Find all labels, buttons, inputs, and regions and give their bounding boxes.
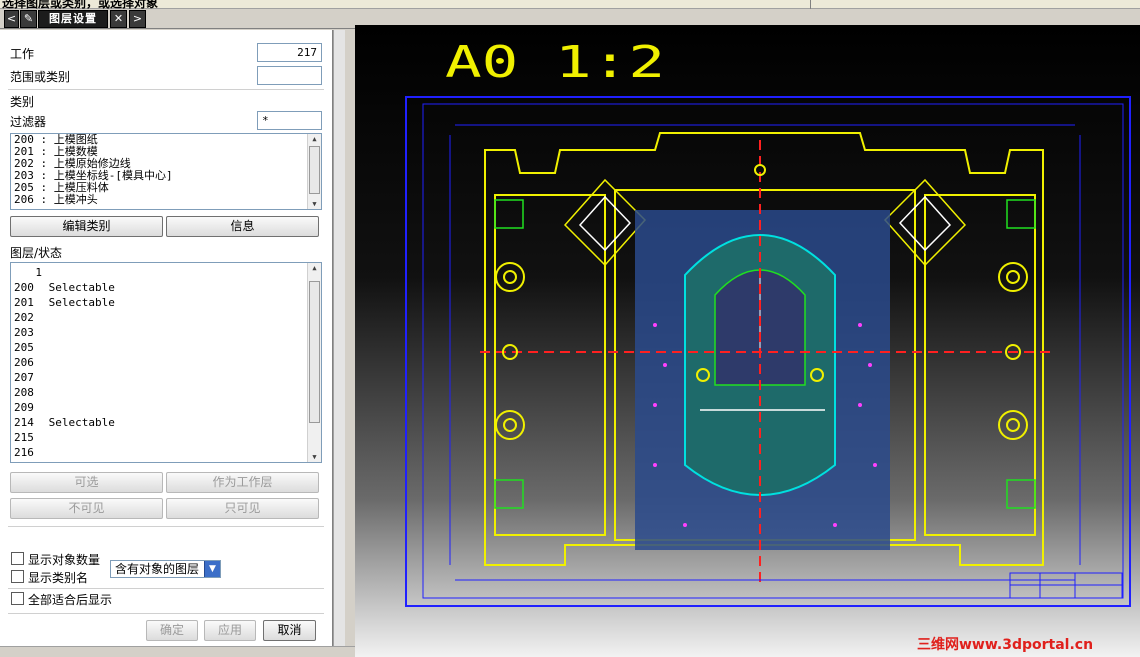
layer-settings-panel: 工作 217 范围或类别 类别 过滤器 * 200 : 上模图纸 201 : 上… <box>0 30 333 646</box>
category-section-label: 类别 <box>10 95 35 109</box>
fit-all-display-checkbox[interactable] <box>11 592 24 605</box>
scroll-thumb[interactable] <box>309 146 320 194</box>
divider <box>8 588 324 589</box>
show-object-count-label: 显示对象数量 <box>28 553 101 567</box>
table-row[interactable]: 209 <box>11 400 321 415</box>
layer-status-label: 图层/状态 <box>10 246 63 260</box>
filter-label: 过滤器 <box>10 115 47 129</box>
resource-tab-bar: < ✎ 图层设置 ✕ > <box>0 9 355 29</box>
tab-layer-settings[interactable]: 图层设置 <box>38 10 108 28</box>
show-object-count-checkbox[interactable] <box>11 552 24 565</box>
close-icon[interactable]: ✕ <box>110 10 127 28</box>
layer-scrollbar[interactable]: ▲ ▼ <box>307 263 321 462</box>
wrench-icon[interactable]: ✎ <box>20 10 37 28</box>
status-bar <box>0 646 355 657</box>
divider <box>8 526 324 527</box>
table-row[interactable]: 201 Selectable <box>11 295 321 310</box>
chevron-right-icon[interactable]: > <box>129 10 146 28</box>
work-layer-field[interactable]: 217 <box>257 43 322 62</box>
divider <box>8 89 324 90</box>
show-category-name-checkbox[interactable] <box>11 570 24 583</box>
table-row[interactable]: 214 Selectable <box>11 415 321 430</box>
apply-button[interactable]: 应用 <box>204 620 256 641</box>
chevron-left-icon[interactable]: < <box>4 10 19 28</box>
panel-scrollbar[interactable] <box>333 30 345 646</box>
table-row[interactable]: 200 Selectable <box>11 280 321 295</box>
panel-gap <box>345 30 355 646</box>
scroll-up-icon[interactable]: ▲ <box>308 263 321 273</box>
die-body <box>635 210 890 550</box>
scroll-up-icon[interactable]: ▲ <box>308 134 321 144</box>
make-work-layer-button[interactable]: 作为工作层 <box>166 472 319 493</box>
table-row[interactable]: 203 <box>11 325 321 340</box>
table-row[interactable]: 207 <box>11 370 321 385</box>
divider <box>8 613 324 614</box>
table-row[interactable]: 208 <box>11 385 321 400</box>
filter-field[interactable]: * <box>257 111 322 130</box>
top-prompt-bar: 选择图层或类别，或选择对象 <box>0 0 1140 10</box>
layer-status-list[interactable]: 1 200 Selectable 201 Selectable 202 203 … <box>10 262 322 463</box>
table-row[interactable]: 215 <box>11 430 321 445</box>
work-label: 工作 <box>10 47 35 61</box>
edit-category-button[interactable]: 编辑类别 <box>10 216 163 237</box>
show-category-name-label: 显示类别名 <box>28 571 89 585</box>
scroll-thumb[interactable] <box>309 281 320 423</box>
range-field[interactable] <box>257 66 322 85</box>
divider <box>810 0 811 9</box>
watermark-text: 三维网www.3dportal.cn <box>917 637 1094 653</box>
scroll-down-icon[interactable]: ▼ <box>308 452 321 462</box>
category-scrollbar[interactable]: ▲ ▼ <box>307 134 321 209</box>
table-row[interactable]: 1 <box>11 265 321 280</box>
cad-drawing[interactable]: A0 1:2 <box>355 25 1140 657</box>
invisible-button[interactable]: 不可见 <box>10 498 163 519</box>
scroll-down-icon[interactable]: ▼ <box>308 199 321 209</box>
table-row[interactable]: 206 <box>11 355 321 370</box>
list-item[interactable]: 206 : 上模冲头 <box>11 194 321 206</box>
category-list[interactable]: 200 : 上模图纸 201 : 上模数模 202 : 上模原始修边线 203 … <box>10 133 322 210</box>
chevron-down-icon[interactable]: ▼ <box>204 561 220 577</box>
graphics-window[interactable]: A0 1:2 <box>355 25 1140 657</box>
layer-filter-select[interactable]: 含有对象的图层 ▼ <box>110 560 221 578</box>
fit-all-display-label: 全部适合后显示 <box>28 593 113 607</box>
table-row[interactable]: 216 <box>11 445 321 460</box>
title-block <box>1009 572 1123 599</box>
table-row[interactable]: 205 <box>11 340 321 355</box>
sheet-title: A0 1:2 <box>445 37 665 88</box>
cancel-button[interactable]: 取消 <box>263 620 316 641</box>
selectable-button[interactable]: 可选 <box>10 472 163 493</box>
visible-only-button[interactable]: 只可见 <box>166 498 319 519</box>
range-label: 范围或类别 <box>10 70 71 84</box>
info-button[interactable]: 信息 <box>166 216 319 237</box>
ok-button[interactable]: 确定 <box>146 620 198 641</box>
table-row[interactable]: 202 <box>11 310 321 325</box>
